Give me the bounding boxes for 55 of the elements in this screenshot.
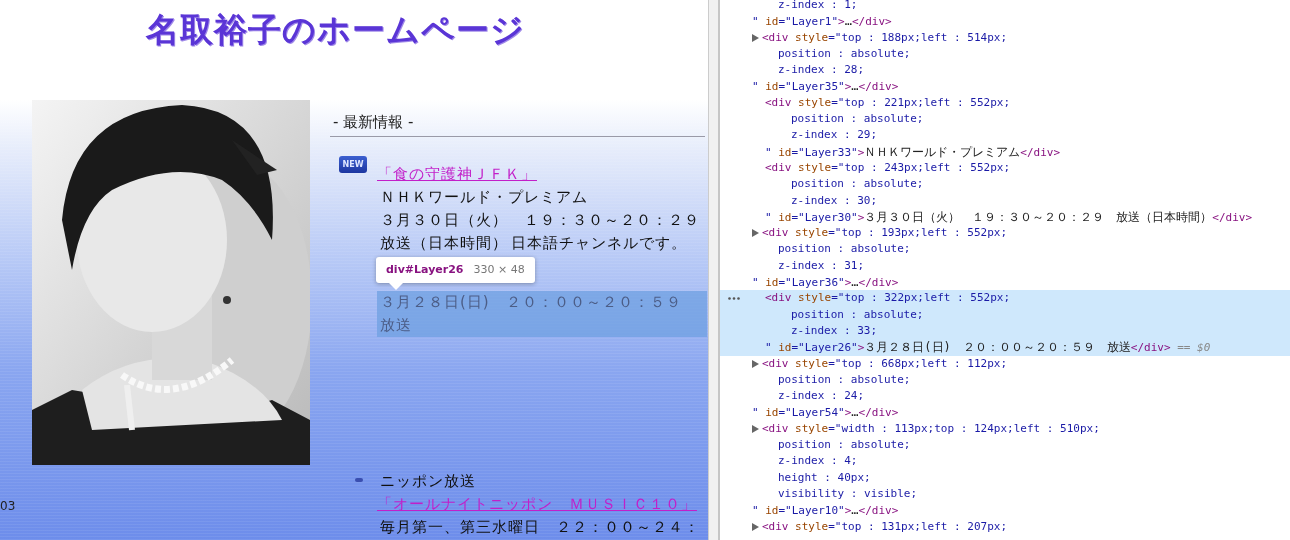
news-text: 毎月第一、第三水曜日 ２２：００～２４：: [379, 517, 700, 538]
code-line: visibility : visible;: [778, 485, 918, 502]
news-text: 放送: [379, 315, 412, 336]
code-line: height : 40px;: [778, 469, 871, 486]
news-text: ＮＨＫワールド・プレミアム: [379, 187, 588, 208]
code-line: z-index : 30;: [791, 192, 878, 209]
news-text: ３月２８日(日) ２０：００～２０：５９: [379, 292, 682, 313]
code-line: position : absolute;: [791, 306, 924, 323]
section-heading: - 最新情報 -: [330, 112, 705, 137]
code-line: <div style="top : 131px;left : 207px;: [752, 518, 1008, 535]
program-link[interactable]: 「食の守護神ＪＦＫ」: [377, 163, 537, 186]
code-line: z-index : 4;: [778, 453, 858, 470]
code-line: z-index : 24;: [778, 388, 865, 405]
code-line: z-index : 31;: [778, 257, 865, 274]
code-line: position : absolute;: [778, 371, 911, 388]
code-line: position : absolute;: [791, 176, 924, 193]
code-line: <div style="top : 322px;left : 552px;: [765, 290, 1011, 307]
page-title: 名取裕子のホームページ: [144, 9, 526, 51]
code-line: z-index : 28;: [778, 62, 865, 79]
code-line: position : absolute;: [791, 111, 924, 128]
code-line: <div style="top : 221px;left : 552px;: [765, 94, 1011, 111]
side-text: 03: [0, 499, 16, 513]
news-text: ３月３０日（火） １９：３０～２０：２９: [379, 210, 700, 231]
expand-arrow-icon[interactable]: [752, 522, 759, 531]
code-line: " id="Layer1">…</div>: [752, 13, 892, 30]
code-line: " id="Layer36">…</div>: [752, 274, 899, 291]
code-line: <div style="width : 113px;top : 124px;left : 510px;: [752, 420, 1100, 437]
code-line: <div style="top : 243px;left : 552px;: [765, 159, 1011, 176]
more-icon[interactable]: [728, 297, 740, 301]
code-line: position : absolute;: [778, 241, 911, 258]
expand-arrow-icon[interactable]: [752, 359, 759, 368]
code-line: position : absolute;: [778, 437, 911, 453]
news-text: 放送（日本時間）: [379, 233, 508, 254]
code-line: <div style="top : 668px;left : 112px;: [752, 355, 1008, 372]
code-line: z-index : 33;: [791, 322, 878, 339]
expand-arrow-icon[interactable]: [752, 424, 759, 433]
code-line: <div style="top : 188px;left : 514px;: [752, 29, 1008, 46]
expand-arrow-icon[interactable]: [752, 229, 759, 238]
code-line: " id="Layer26">３月２８日(日) ２０：００～２０：５９ 放送</div> == $0: [765, 339, 1211, 356]
expand-arrow-icon[interactable]: [752, 33, 759, 42]
new-badge: NEW: [339, 156, 367, 173]
tooltip-arrow-icon: [389, 283, 403, 290]
code-line: " id="Layer54">…</div>: [752, 404, 899, 421]
bullet-icon: [355, 478, 363, 482]
selected-node-highlight[interactable]: <div style="top : 322px;left : 552px; position : absolute; z-index : 33; " id="Layer26">３月２８日(日) ２０：００～２０：５９ 放送</div> == $0: [720, 290, 1290, 356]
news-text: 日本語チャンネルです。: [510, 233, 687, 254]
code-line: position : absolute;: [778, 45, 911, 62]
code-line: " id="Layer30">３月３０日（火） １９：３０～２０：２９ 放送（日本時間）</div>: [765, 208, 1253, 226]
news-text: ニッポン放送: [379, 471, 476, 492]
code-line: " id="Layer10">…</div>: [752, 502, 899, 519]
code-line: " id="Layer33">ＮＨＫワールド・プレミアム</div>: [765, 143, 1061, 160]
code-line: <div style="top : 193px;left : 552px;: [752, 225, 1008, 242]
code-line: " id="Layer35">…</div>: [752, 78, 899, 95]
code-line: z-index : 29;: [791, 127, 878, 144]
code-line: z-index : 1;: [778, 0, 858, 13]
